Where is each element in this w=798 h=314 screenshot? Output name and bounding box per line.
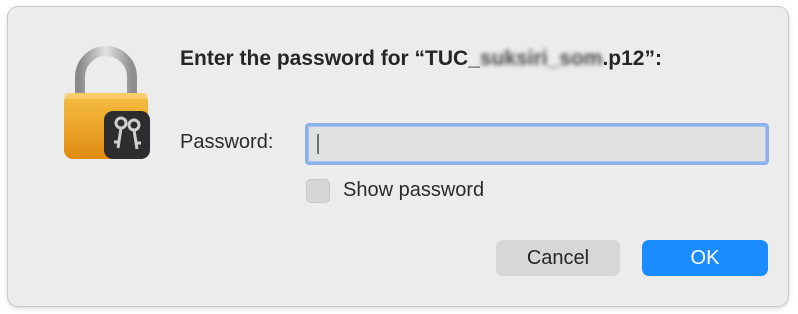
show-password-label[interactable]: Show password: [343, 179, 484, 202]
show-password-checkbox[interactable]: [306, 179, 330, 203]
password-label: Password:: [180, 131, 274, 153]
password-field[interactable]: [305, 123, 769, 165]
title-prefix: Enter the password for “TUC_: [180, 47, 480, 70]
title-suffix: .p12”:: [602, 47, 662, 70]
password-dialog: Enter the password for “TUC_suksiri_som.…: [8, 7, 788, 306]
cancel-button[interactable]: Cancel: [496, 240, 620, 276]
keychain-lock-icon: [64, 46, 150, 159]
text-caret: [317, 134, 319, 154]
ok-button[interactable]: OK: [642, 240, 768, 276]
redacted-filename: suksiri_som: [479, 47, 603, 70]
dialog-title: Enter the password for “TUC_suksiri_som.…: [180, 47, 662, 71]
